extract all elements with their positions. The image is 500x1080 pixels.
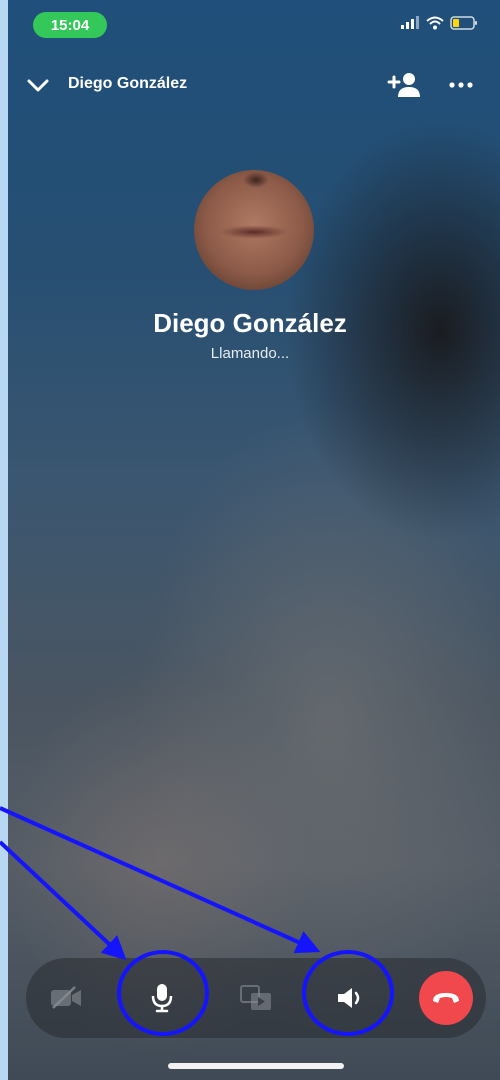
screen-share-icon (240, 985, 271, 1010)
more-icon[interactable] (448, 70, 474, 100)
home-indicator[interactable] (168, 1063, 344, 1069)
contact-avatar (194, 170, 314, 290)
chevron-down-icon[interactable] (26, 76, 50, 96)
call-controls-bar (26, 958, 486, 1038)
speaker-highlight-circle (302, 950, 394, 1036)
end-call-button[interactable] (416, 968, 476, 1028)
add-person-icon[interactable] (386, 70, 420, 100)
contact-name: Diego González (153, 308, 347, 338)
call-screen (0, 0, 500, 1080)
mute-highlight-circle (117, 950, 209, 1036)
wifi-icon (426, 16, 444, 30)
status-icons (400, 16, 478, 30)
hang-up-icon (433, 993, 459, 1003)
end-call-circle (419, 971, 473, 1025)
video-off-icon (51, 986, 81, 1009)
status-time: 15:04 (33, 12, 107, 38)
battery-icon (450, 16, 477, 30)
header-title: Diego González (68, 75, 188, 92)
video-off-button[interactable] (36, 968, 96, 1028)
left-edge-strip (0, 0, 8, 1080)
signal-icon (401, 16, 419, 29)
call-status: Llamando... (210, 345, 290, 362)
status-bar: 15:04 (0, 10, 500, 42)
screen-share-button[interactable] (226, 968, 286, 1028)
call-header: Diego González (0, 68, 500, 104)
